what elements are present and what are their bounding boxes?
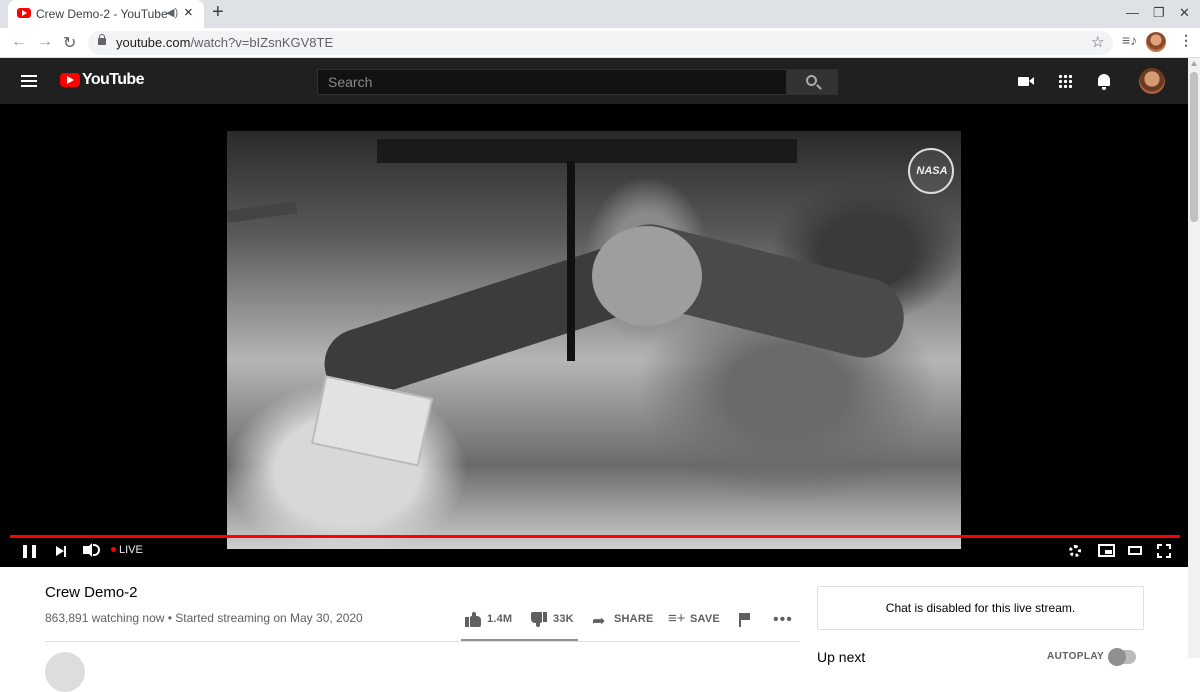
report-flag-icon[interactable] xyxy=(739,613,750,627)
reload-icon[interactable]: ↻ xyxy=(63,33,76,53)
live-dot-icon xyxy=(111,547,116,552)
url-text[interactable]: youtube.com/watch?v=bIZsnKGV8TE xyxy=(116,35,333,50)
browser-toolbar: ← → ↻ youtube.com/watch?v=bIZsnKGV8TE ☆ … xyxy=(0,28,1200,58)
like-count[interactable]: 1.4M xyxy=(487,613,512,625)
volume-icon[interactable] xyxy=(83,543,92,557)
next-video-icon[interactable] xyxy=(56,545,66,557)
share-arrow-icon[interactable]: ➦ xyxy=(592,611,605,631)
fullscreen-icon[interactable] xyxy=(1157,544,1171,558)
chrome-menu-icon[interactable]: ⋮ xyxy=(1179,32,1193,49)
browser-tab-strip: Crew Demo-2 - YouTube ◀) × + — ❐ ✕ xyxy=(0,0,1200,28)
autoplay-label: AUTOPLAY xyxy=(1047,651,1105,662)
video-player[interactable] xyxy=(0,104,1188,567)
divider xyxy=(45,641,800,642)
dislike-count[interactable]: 33K xyxy=(553,613,574,625)
live-badge[interactable]: LIVE xyxy=(119,544,143,556)
create-video-icon[interactable] xyxy=(1018,77,1034,86)
scroll-thumb[interactable] xyxy=(1190,72,1198,222)
new-tab-button[interactable]: + xyxy=(212,1,224,24)
search-icon xyxy=(806,75,817,86)
youtube-logo-icon[interactable] xyxy=(60,73,80,87)
video-progress-bar[interactable] xyxy=(10,535,1180,538)
youtube-masthead: YouTube xyxy=(0,58,1188,104)
lock-icon[interactable] xyxy=(98,34,106,45)
tab-title: Crew Demo-2 - YouTube xyxy=(36,7,168,21)
theater-mode-icon[interactable] xyxy=(1128,546,1142,555)
apps-grid-icon[interactable] xyxy=(1058,74,1072,88)
chat-disabled-text: Chat is disabled for this live stream. xyxy=(885,601,1076,615)
video-title: Crew Demo-2 xyxy=(45,584,138,601)
close-window-button[interactable]: ✕ xyxy=(1179,5,1190,21)
share-button[interactable]: SHARE xyxy=(614,613,654,625)
video-meta: 863,891 watching now • Started streaming… xyxy=(45,611,363,625)
hamburger-menu-icon[interactable] xyxy=(21,75,37,87)
account-avatar[interactable] xyxy=(1139,68,1165,94)
notifications-bell-icon[interactable] xyxy=(1098,74,1110,90)
search-button[interactable] xyxy=(786,69,838,95)
back-arrow-icon[interactable]: ← xyxy=(11,33,27,51)
tab-close-icon[interactable]: × xyxy=(184,4,193,21)
settings-gear-icon[interactable] xyxy=(1069,545,1081,557)
forward-arrow-icon[interactable]: → xyxy=(37,33,53,51)
more-actions-icon[interactable]: ••• xyxy=(773,611,793,629)
profile-avatar[interactable] xyxy=(1146,32,1166,52)
save-button[interactable]: SAVE xyxy=(690,613,720,625)
up-next-heading: Up next xyxy=(817,649,866,665)
channel-avatar[interactable] xyxy=(45,652,85,692)
nasa-logo: NASA xyxy=(908,148,954,194)
bookmark-star-icon[interactable]: ☆ xyxy=(1091,33,1104,51)
chat-disabled-box: Chat is disabled for this live stream. xyxy=(817,586,1144,630)
address-bar[interactable]: youtube.com/watch?v=bIZsnKGV8TE ☆ xyxy=(88,31,1113,55)
save-playlist-icon[interactable]: ≡+ xyxy=(668,610,686,627)
minimize-button[interactable]: — xyxy=(1126,5,1139,20)
pause-icon[interactable] xyxy=(23,545,36,558)
page-scrollbar[interactable] xyxy=(1188,58,1200,658)
speaker-icon[interactable]: ◀) xyxy=(166,6,178,19)
scroll-up-arrow-icon[interactable] xyxy=(1191,61,1197,66)
browser-tab[interactable]: Crew Demo-2 - YouTube ◀) × xyxy=(8,0,204,28)
video-frame[interactable] xyxy=(227,131,961,549)
youtube-favicon-icon xyxy=(17,8,31,18)
autoplay-toggle[interactable] xyxy=(1108,648,1136,666)
media-control-icon[interactable]: ≡♪ xyxy=(1122,32,1137,48)
miniplayer-icon[interactable] xyxy=(1098,544,1115,557)
youtube-logo-text[interactable]: YouTube xyxy=(82,71,144,89)
restore-button[interactable]: ❐ xyxy=(1153,5,1165,21)
search-input[interactable] xyxy=(317,69,787,95)
thumbs-up-icon[interactable] xyxy=(465,612,481,627)
thumbs-down-icon[interactable] xyxy=(531,612,547,627)
